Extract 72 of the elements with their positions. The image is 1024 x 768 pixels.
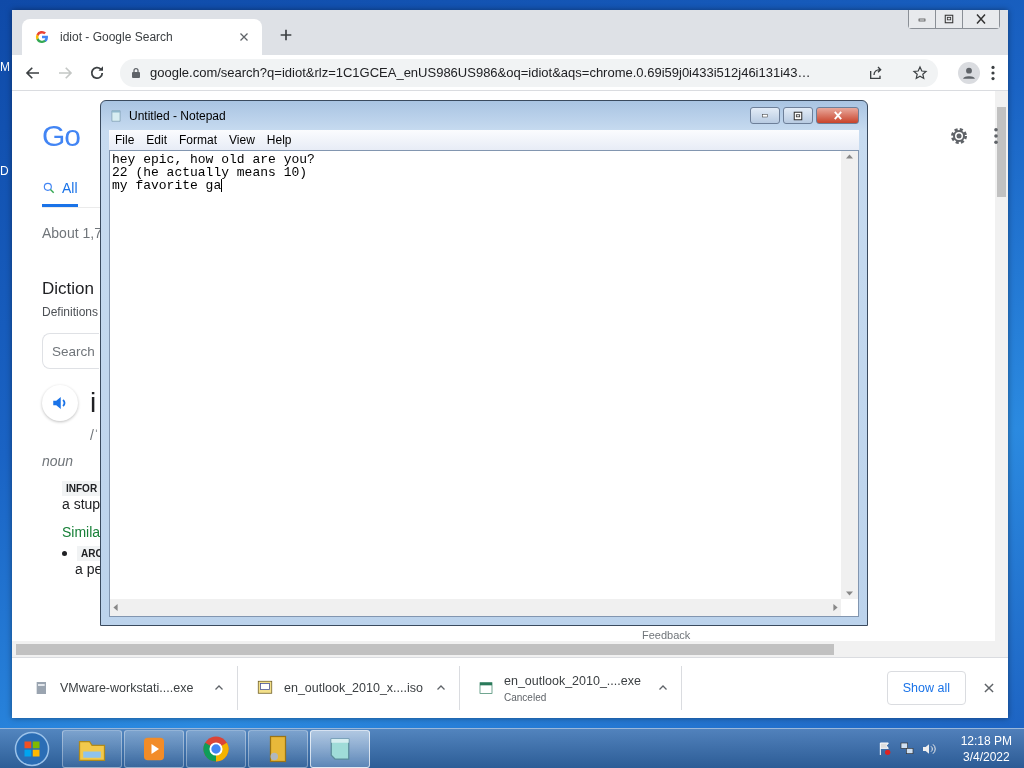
profile-button[interactable]: [958, 61, 980, 84]
star-icon: [912, 64, 928, 81]
window-icon: [478, 680, 494, 696]
close-button[interactable]: [816, 107, 859, 124]
disc-image-icon: [256, 679, 274, 697]
minimize-button[interactable]: [750, 107, 780, 124]
down-arrow-icon: [846, 591, 853, 596]
taskbar-button[interactable]: [62, 730, 122, 768]
close-icon: [238, 31, 250, 43]
dictionary-word: i: [90, 387, 97, 419]
dictionary-search-field[interactable]: Search: [42, 333, 99, 369]
search-tab[interactable]: All: [42, 174, 78, 207]
menu-icon: [993, 127, 999, 145]
close-icon: [982, 681, 996, 695]
section-subtitle: Definitions: [42, 305, 100, 319]
usage-label: INFOR: [62, 481, 102, 496]
google-logo[interactable]: Go: [42, 119, 81, 153]
close-button[interactable]: [963, 10, 999, 28]
download-item[interactable]: en_outlook_2010_....exe Canceled: [466, 666, 682, 710]
horizontal-scrollbar[interactable]: [110, 599, 841, 616]
desktop-icon-label: D: [0, 164, 9, 178]
maximize-button[interactable]: [783, 107, 813, 124]
lock-icon: [130, 65, 142, 80]
taskbar-button[interactable]: [310, 730, 370, 768]
menu-item[interactable]: Format: [173, 133, 224, 147]
google-icon: [34, 29, 50, 45]
maximize-icon: [943, 14, 955, 24]
definition-text: a stup: [62, 496, 102, 512]
part-of-speech: noun: [42, 453, 75, 469]
person-icon: [962, 65, 976, 80]
menu-item[interactable]: View: [223, 133, 261, 147]
similar-heading: Simila: [62, 524, 102, 540]
up-arrow-icon: [846, 154, 853, 159]
horizontal-scrollbar[interactable]: [12, 641, 1008, 657]
show-all-button[interactable]: Show all: [886, 671, 966, 705]
window-title: Untitled - Notepad: [129, 108, 226, 123]
address-bar[interactable]: google.com/search?q=idiot&rlz=1C1GCEA_enUS986US986&oq=idiot&aqs=chrome.0.69i59j0i433i512j46i131i43…: [120, 58, 938, 87]
pronunciation-button[interactable]: [42, 385, 78, 421]
pronunciation-text: /ˈ: [90, 427, 100, 443]
start-orb-icon: [14, 731, 50, 767]
left-arrow-icon: [113, 604, 118, 611]
maximize-button[interactable]: [936, 10, 963, 28]
plus-icon: [278, 27, 294, 43]
volume-icon: [920, 741, 937, 757]
download-item[interactable]: en_outlook_2010_x....iso: [244, 666, 460, 710]
close-icon: [974, 13, 988, 25]
maximize-icon: [792, 110, 804, 121]
url-text: google.com/search?q=idiot&rlz=1C1GCEA_enUS986US986&oq=idiot&aqs=chrome.0.69i59j0i433i512j46i131i43…: [150, 65, 812, 80]
download-item[interactable]: VMware-workstati....exe: [22, 666, 238, 710]
menu-item[interactable]: Help: [260, 133, 298, 147]
vertical-scrollbar[interactable]: [995, 91, 1008, 641]
right-arrow-icon: [833, 604, 838, 611]
menu-item[interactable]: File: [109, 133, 141, 147]
menu-icon: [990, 64, 996, 81]
minimize-icon: [916, 15, 928, 23]
menu-item[interactable]: Edit: [140, 133, 174, 147]
taskbar-button[interactable]: [186, 730, 246, 768]
search-icon: [42, 181, 56, 195]
desktop-icon-label: M: [0, 60, 10, 74]
clock[interactable]: 12:18 PM 3/4/2022: [960, 733, 1012, 765]
share-icon: [868, 64, 884, 81]
minimize-button[interactable]: [909, 10, 936, 28]
feedback-link[interactable]: Feedback: [642, 629, 691, 641]
section-heading: Diction: [42, 279, 95, 299]
network-icon: [898, 741, 915, 757]
taskbar-button[interactable]: [124, 730, 184, 768]
taskbar-button[interactable]: [248, 730, 308, 768]
notepad-icon: [109, 107, 123, 124]
chrome-icon: [201, 734, 231, 764]
minimize-icon: [759, 112, 771, 119]
vertical-scrollbar[interactable]: [841, 151, 858, 599]
browser-tab[interactable]: idiot - Google Search: [22, 19, 262, 55]
